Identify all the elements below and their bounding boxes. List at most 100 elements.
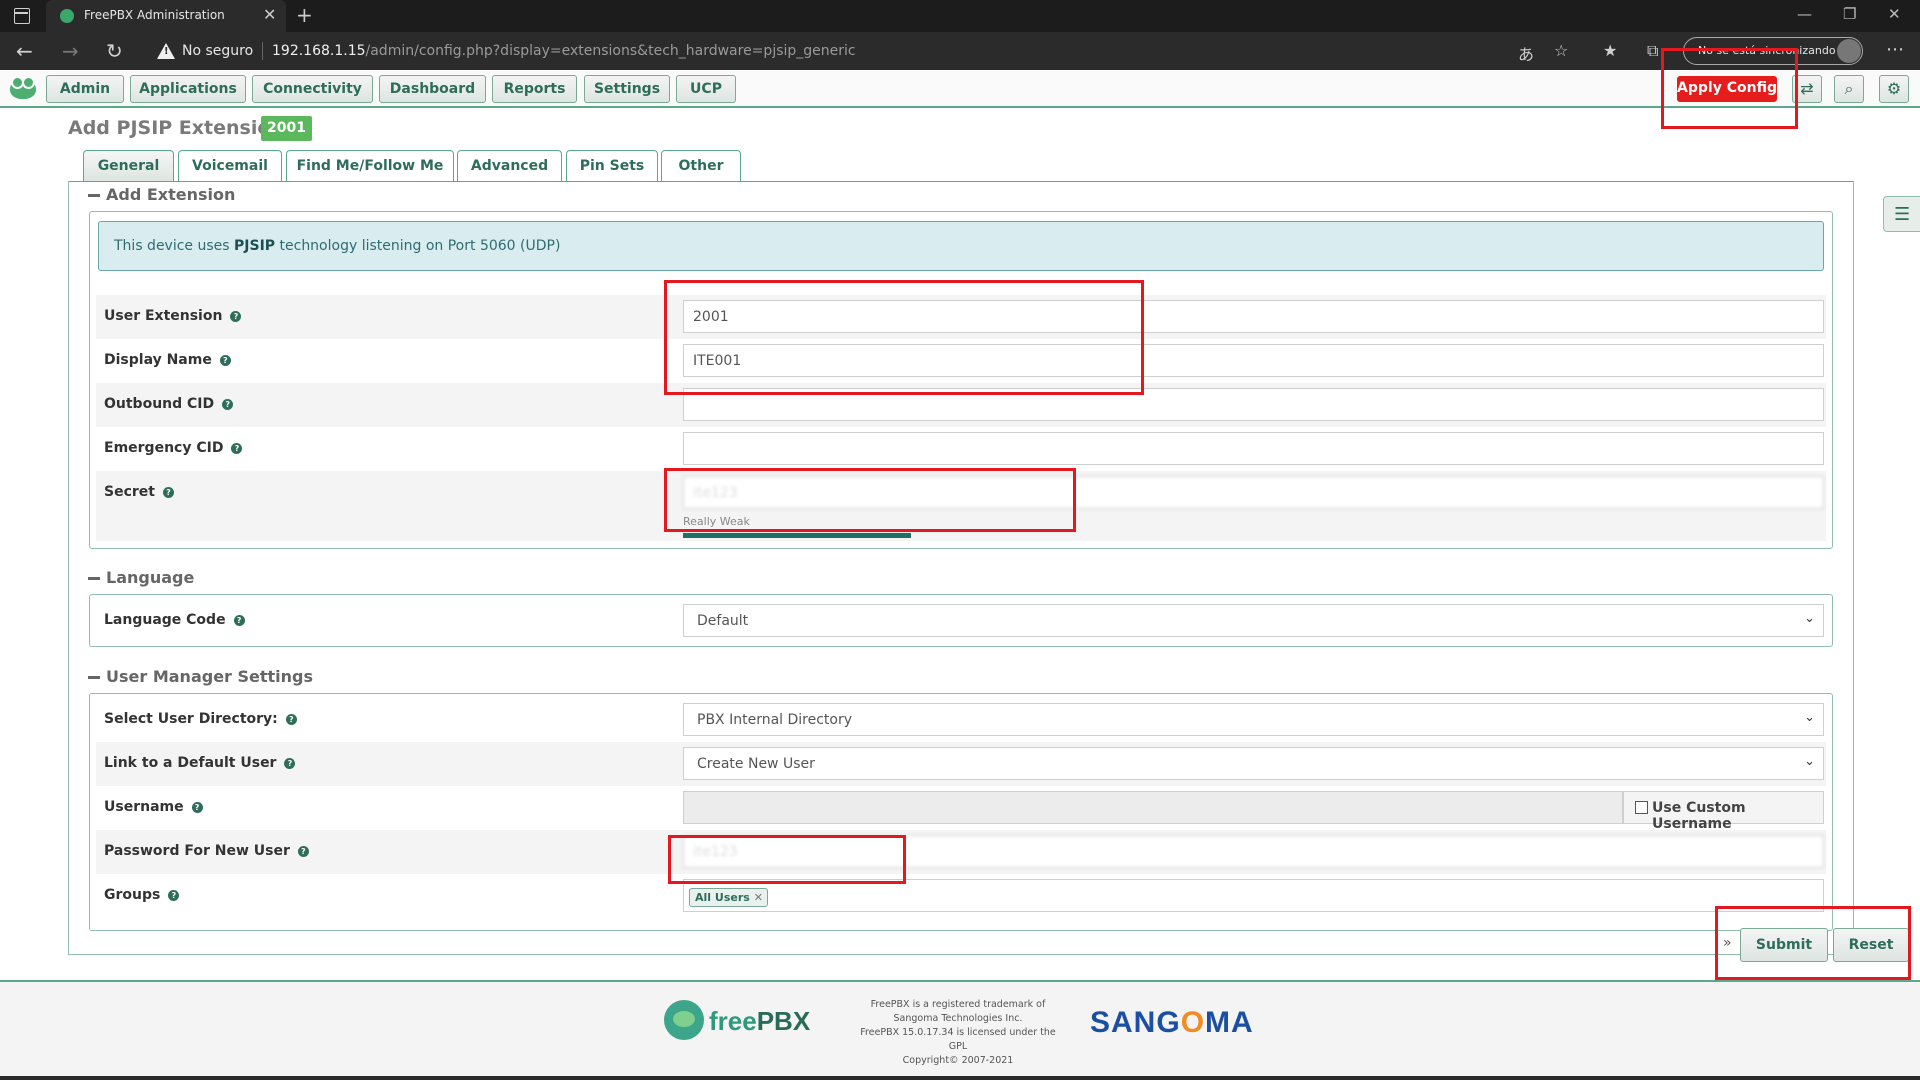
user-extension-label: User Extension?	[104, 308, 242, 324]
tab-find-me-follow-me[interactable]: Find Me/Follow Me	[286, 150, 454, 182]
menu-reports[interactable]: Reports	[492, 75, 577, 103]
menu-applications[interactable]: Applications	[130, 75, 246, 103]
menu-admin[interactable]: Admin	[46, 75, 124, 103]
custom-username-checkbox[interactable]	[1635, 801, 1648, 814]
help-icon[interactable]: ?	[284, 758, 296, 769]
annotation-submit	[1715, 906, 1911, 980]
user-directory-select[interactable]: PBX Internal Directory ⌄	[683, 703, 1824, 736]
gear-icon[interactable]: ⚙	[1879, 75, 1909, 103]
custom-username-option[interactable]: Use Custom Username	[1623, 791, 1824, 832]
browser-tab[interactable]: FreePBX Administration ✕	[46, 0, 286, 32]
sangoma-logo-o: O	[1180, 1006, 1206, 1039]
info-tech: PJSIP	[234, 238, 276, 254]
back-icon[interactable]: ←	[16, 39, 33, 63]
freepbx-logo-icon[interactable]	[10, 76, 36, 99]
menu-dashboard[interactable]: Dashboard	[379, 75, 486, 103]
forward-icon[interactable]: →	[62, 39, 79, 63]
user-extension-label-text: User Extension	[104, 308, 223, 324]
help-icon[interactable]: ?	[285, 714, 297, 725]
favorites-icon[interactable]: ★	[1603, 41, 1617, 60]
tab-voicemail[interactable]: Voicemail	[178, 150, 282, 182]
password-strength-bar	[683, 533, 911, 538]
sangoma-logo-part2: MA	[1205, 1006, 1254, 1039]
help-icon[interactable]: ?	[222, 399, 234, 410]
language-code-value: Default	[697, 613, 749, 629]
username-label: Username?	[104, 799, 203, 815]
groups-label-text: Groups	[104, 887, 161, 903]
emergency-cid-label-text: Emergency CID	[104, 440, 224, 456]
menu-settings[interactable]: Settings	[584, 75, 670, 103]
tab-actions-icon[interactable]	[14, 8, 30, 24]
extension-badge: 2001	[261, 116, 312, 141]
tab-pin-sets[interactable]: Pin Sets	[566, 150, 658, 182]
tab-close-icon[interactable]: ✕	[263, 5, 276, 24]
footer-line: GPL	[948, 1041, 968, 1052]
language-heading-text: Language	[106, 568, 195, 587]
tab-advanced[interactable]: Advanced	[457, 150, 562, 182]
outbound-cid-label-text: Outbound CID	[104, 396, 215, 412]
more-menu-icon[interactable]: ⋯	[1886, 39, 1904, 60]
outbound-cid-label: Outbound CID?	[104, 396, 234, 412]
group-chip-label: All Users	[695, 891, 750, 904]
page-title: Add PJSIP Extension	[68, 117, 284, 139]
user-manager-heading[interactable]: User Manager Settings	[88, 667, 313, 686]
link-default-user-label-text: Link to a Default User	[104, 755, 277, 771]
warning-icon	[157, 43, 175, 59]
url-field[interactable]: 192.168.1.15/admin/config.php?display=ex…	[272, 43, 856, 59]
freepbx-wordmark: freePBX	[709, 1006, 810, 1037]
language-code-label: Language Code?	[104, 612, 245, 628]
language-code-label-text: Language Code	[104, 612, 226, 628]
help-icon[interactable]: ?	[231, 443, 243, 454]
profile-avatar[interactable]	[1837, 39, 1861, 63]
menu-connectivity[interactable]: Connectivity	[252, 75, 373, 103]
display-name-label-text: Display Name	[104, 352, 212, 368]
secret-label-text: Secret	[104, 484, 155, 500]
freepbx-wordmark-free: free	[709, 1006, 757, 1036]
chevron-down-icon: ⌄	[1804, 710, 1815, 725]
restore-icon[interactable]: ❐	[1843, 5, 1856, 23]
sangoma-logo: SANGOMA	[1090, 1006, 1254, 1040]
help-icon[interactable]: ?	[230, 311, 242, 322]
username-input	[683, 791, 1623, 824]
footer-line: FreePBX is a registered trademark of	[870, 999, 1046, 1010]
help-icon[interactable]: ?	[297, 846, 309, 857]
add-favorite-icon[interactable]: ☆	[1554, 41, 1568, 60]
add-extension-heading[interactable]: Add Extension	[88, 185, 235, 204]
browser-titlebar: FreePBX Administration ✕ + — ❐ ✕	[0, 0, 1920, 32]
browser-address-bar: ← → ↻ No seguro 192.168.1.15/admin/confi…	[0, 32, 1920, 70]
menu-ucp[interactable]: UCP	[676, 75, 736, 103]
list-icon[interactable]: ☰	[1883, 196, 1920, 232]
not-secure-label[interactable]: No seguro	[182, 43, 253, 59]
language-code-select[interactable]: Default ⌄	[683, 604, 1824, 637]
collapse-icon	[88, 676, 100, 679]
footer-line: Copyright© 2007-2021	[902, 1055, 1014, 1066]
reload-icon[interactable]: ↻	[106, 39, 123, 63]
read-aloud-icon[interactable]: あ	[1518, 41, 1534, 65]
minimize-icon[interactable]: —	[1797, 5, 1812, 23]
collections-icon[interactable]: ⧉	[1647, 41, 1658, 61]
password-new-user-label-text: Password For New User	[104, 843, 290, 859]
annotation-apply-config	[1661, 48, 1798, 129]
user-directory-value: PBX Internal Directory	[697, 712, 853, 728]
tab-general[interactable]: General	[83, 150, 174, 182]
search-icon[interactable]: ⌕	[1834, 75, 1864, 103]
collapse-icon	[88, 194, 100, 197]
annotation-extension-fields	[664, 280, 1144, 395]
help-icon[interactable]: ?	[219, 355, 231, 366]
help-icon[interactable]: ?	[168, 890, 180, 901]
info-prefix: This device uses	[114, 238, 235, 254]
language-heading[interactable]: Language	[88, 568, 194, 587]
tab-other[interactable]: Other	[661, 150, 741, 182]
new-tab-icon[interactable]: +	[296, 3, 313, 27]
help-icon[interactable]: ?	[162, 487, 174, 498]
window-close-icon[interactable]: ✕	[1888, 5, 1901, 23]
help-icon[interactable]: ?	[233, 615, 245, 626]
help-icon[interactable]: ?	[191, 802, 203, 813]
emergency-cid-input[interactable]	[683, 432, 1824, 465]
remove-chip-icon[interactable]: ✕	[754, 891, 763, 904]
tab-title: FreePBX Administration	[84, 8, 225, 22]
link-default-user-select[interactable]: Create New User ⌄	[683, 747, 1824, 780]
chevron-down-icon: ⌄	[1804, 754, 1815, 769]
link-default-user-value: Create New User	[697, 756, 815, 772]
annotation-secret	[664, 468, 1076, 532]
